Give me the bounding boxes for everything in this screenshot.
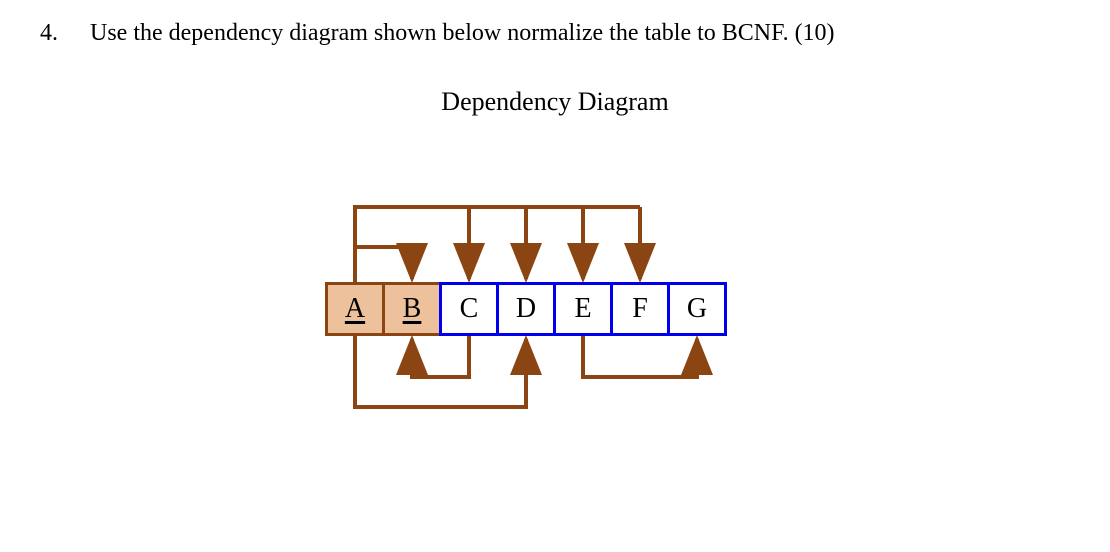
question-text: Use the dependency diagram shown below n… [90,20,835,47]
cell-F: F [610,282,670,336]
cell-A: A [325,282,385,336]
cell-E: E [553,282,613,336]
diagram-title: Dependency Diagram [40,87,1070,117]
dependency-diagram: A B C D E F G [205,167,905,447]
question-line: 4. Use the dependency diagram shown belo… [40,20,1070,47]
cell-D: D [496,282,556,336]
attribute-cells: A B C D E F G [325,282,727,336]
cell-B: B [382,282,442,336]
cell-G: G [667,282,727,336]
cell-C: C [439,282,499,336]
question-number: 4. [40,20,70,47]
